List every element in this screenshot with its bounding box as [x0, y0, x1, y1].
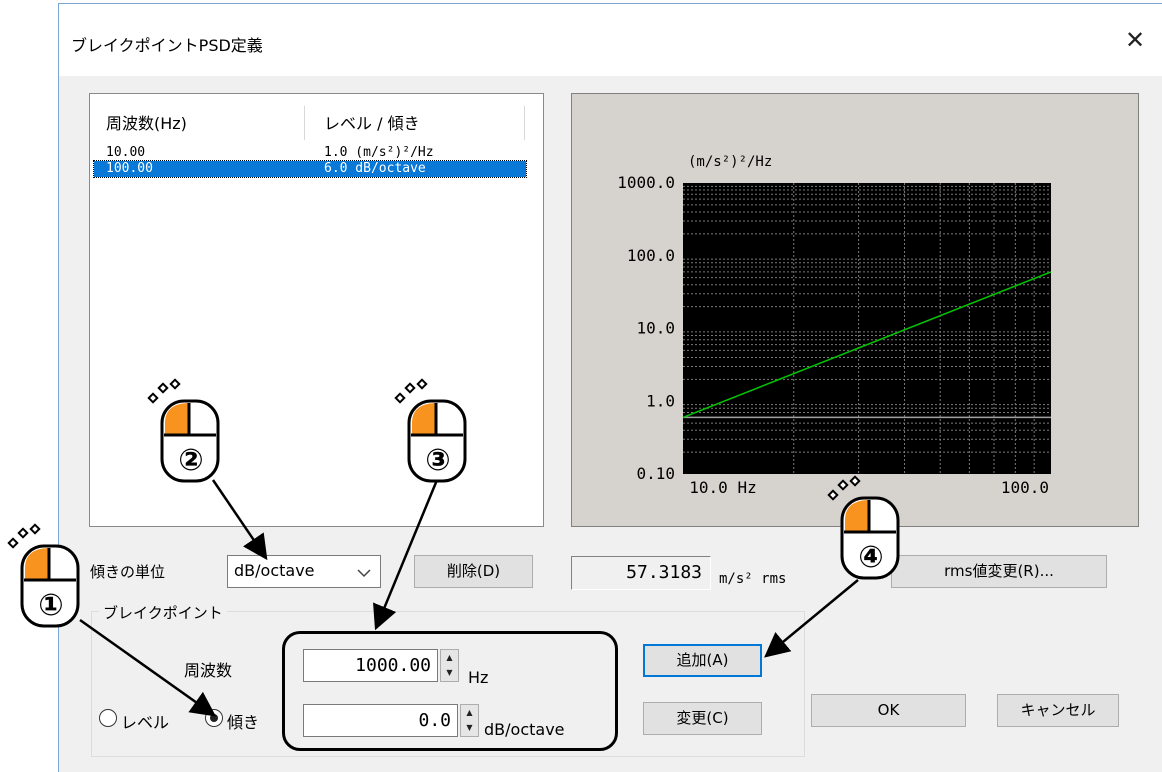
- y-tick-label: 0.10: [636, 464, 675, 483]
- psd-chart-panel: (m/s²)²/Hz 1000.0 100.0 10.0 1.0 0.10 10.0 H…: [571, 93, 1139, 527]
- x-tick-labels: 10.0 Hz 100.0: [689, 478, 1049, 497]
- radio-level-label[interactable]: レベル: [121, 709, 169, 733]
- list-item-frequency: 10.00: [106, 145, 146, 160]
- list-item-selected[interactable]: 100.00 6.0 dB/octave: [93, 160, 527, 178]
- callout-highlight-frame: [282, 631, 618, 751]
- column-separator: [304, 106, 305, 140]
- y-tick-label: 100.0: [627, 246, 675, 265]
- cancel-button[interactable]: キャンセル: [997, 694, 1119, 727]
- x-tick-label: 10.0 Hz: [689, 478, 756, 497]
- list-item[interactable]: 10.00 1.0 (m/s²)²/Hz: [94, 145, 526, 161]
- dialog-title: ブレイクポイントPSD定義: [71, 36, 263, 55]
- y-unit-label: (m/s²)²/Hz: [688, 154, 772, 170]
- rms-value-field: 57.3183: [571, 556, 711, 590]
- close-icon[interactable]: ✕: [1119, 26, 1151, 56]
- delete-button[interactable]: 削除(D): [414, 555, 533, 588]
- radio-level[interactable]: [99, 709, 117, 727]
- add-button[interactable]: 追加(A): [643, 644, 762, 677]
- callout-1: ①: [38, 588, 64, 623]
- change-button[interactable]: 変更(C): [643, 702, 762, 735]
- frequency-label: 周波数: [184, 661, 233, 680]
- rms-change-button[interactable]: rms値変更(R)...: [891, 555, 1107, 588]
- title-bar: ブレイクポイントPSD定義 ✕: [59, 4, 1162, 76]
- column-separator: [524, 106, 525, 140]
- list-item-frequency: 100.00: [106, 161, 153, 176]
- column-header-frequency[interactable]: 周波数(Hz): [106, 110, 187, 134]
- radio-slope[interactable]: [205, 709, 223, 727]
- list-item-value: 6.0 dB/octave: [324, 161, 426, 176]
- callout-4: ④: [858, 540, 884, 575]
- callout-3: ③: [425, 443, 451, 478]
- radio-slope-label[interactable]: 傾き: [227, 709, 259, 733]
- x-tick-label: 100.0: [1001, 478, 1049, 497]
- chevron-down-icon: [357, 569, 371, 578]
- slope-unit-selected: dB/octave: [234, 561, 315, 580]
- column-header-level-slope[interactable]: レベル / 傾き: [324, 110, 420, 134]
- y-tick-label: 10.0: [636, 319, 675, 338]
- slope-unit-label: 傾きの単位: [90, 563, 166, 581]
- psd-chart: (m/s²)²/Hz 1000.0 100.0 10.0 1.0 0.10 10.0 H…: [617, 154, 1052, 497]
- callout-2: ②: [178, 443, 204, 478]
- y-tick-labels: 1000.0 100.0 10.0 1.0 0.10: [617, 173, 675, 483]
- group-label: ブレイクポイント: [99, 602, 227, 623]
- y-tick-label: 1.0: [646, 391, 675, 410]
- ok-button[interactable]: OK: [811, 694, 966, 727]
- slope-unit-dropdown[interactable]: dB/octave: [227, 555, 381, 588]
- list-item-value: 1.0 (m/s²)²/Hz: [324, 145, 434, 160]
- y-tick-label: 1000.0: [617, 173, 675, 192]
- rms-unit-label: m/s² rms: [719, 571, 787, 587]
- breakpoint-list[interactable]: 周波数(Hz) レベル / 傾き 10.00 1.0 (m/s²)²/Hz 10…: [89, 93, 544, 527]
